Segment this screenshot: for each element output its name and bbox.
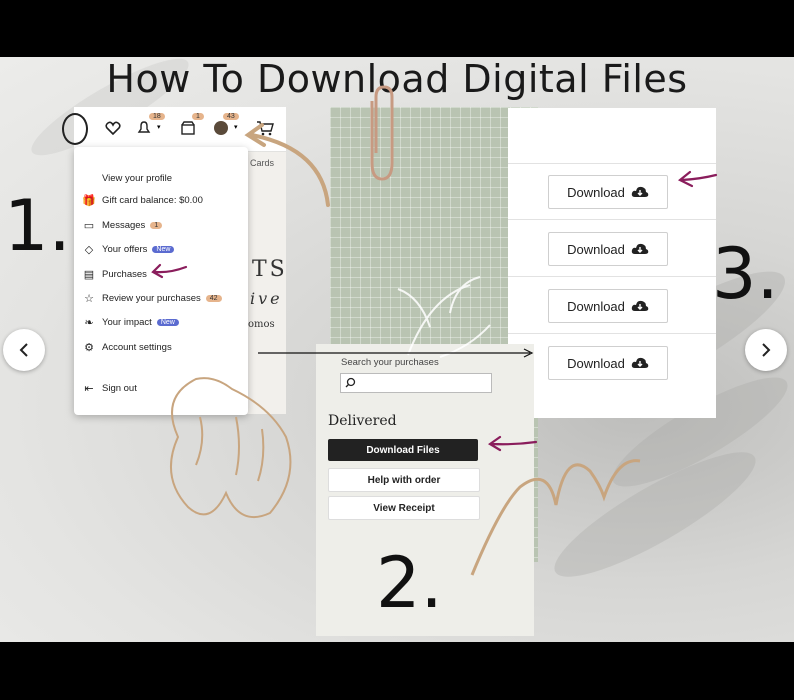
previous-slide-button[interactable] (3, 329, 45, 371)
chevron-right-icon (762, 343, 771, 357)
chevron-left-icon (19, 343, 28, 357)
next-slide-button[interactable] (745, 329, 787, 371)
annotation-overlay (151, 123, 718, 576)
slide-background: How To Download Digital Files 18 ▾ 1 43 … (0, 57, 794, 642)
